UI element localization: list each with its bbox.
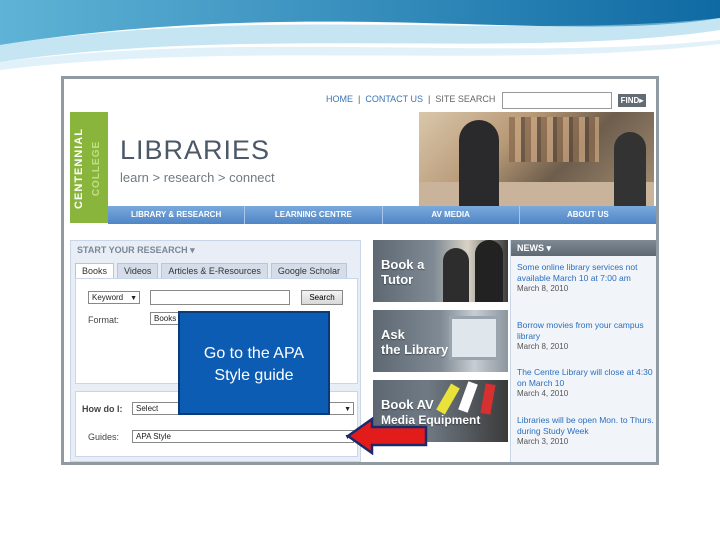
chevron-down-icon: ▼: [344, 406, 351, 413]
tile-label-line2: Tutor: [381, 272, 414, 287]
tab-google-scholar[interactable]: Google Scholar: [270, 263, 347, 279]
tab-books[interactable]: Books: [75, 263, 115, 279]
person-graphic: [475, 240, 503, 302]
news-item-text: Some online library services not availab…: [517, 262, 638, 283]
news-item-date: March 4, 2010: [517, 389, 569, 398]
libraries-title: LIBRARIES: [120, 135, 271, 165]
news-item[interactable]: Borrow movies from your campus library M…: [517, 320, 655, 353]
person-graphic: [443, 248, 469, 302]
site-search-label: SITE SEARCH: [435, 94, 496, 104]
library-homepage: HOME | CONTACT US | SITE SEARCH FIND▸ CENTEN…: [64, 79, 656, 462]
search-button[interactable]: Search: [301, 290, 343, 305]
nav-av-media[interactable]: AV MEDIA: [383, 206, 520, 224]
banner-photo: [419, 112, 654, 207]
format-label: Format:: [88, 315, 120, 325]
news-item-date: March 3, 2010: [517, 437, 569, 446]
contact-link[interactable]: CONTACT US: [365, 94, 423, 104]
tagline: learn > research > connect: [120, 170, 275, 185]
library-screenshot: HOME | CONTACT US | SITE SEARCH FIND▸ CENTEN…: [61, 76, 659, 465]
tile-book-tutor[interactable]: Book a Tutor: [373, 240, 508, 302]
news-item[interactable]: The Centre Library will close at 4:30 on…: [517, 367, 655, 400]
news-item[interactable]: Libraries will be open Mon. to Thurs. du…: [517, 415, 655, 448]
tile-ask-library[interactable]: Ask the Library: [373, 310, 508, 372]
research-tabs: Books Videos Articles & E-Resources Goog…: [75, 263, 347, 279]
centennial-logo: CENTENNIAL COLLEGE: [70, 112, 108, 223]
howdoi-label: How do I:: [82, 404, 123, 414]
cable-graphic: [436, 383, 460, 415]
nav-separator: |: [428, 94, 431, 104]
bookshelf-graphic: [509, 117, 599, 162]
search-input[interactable]: [150, 290, 290, 305]
news-item[interactable]: Some online library services not availab…: [517, 262, 655, 295]
news-panel: NEWS ▾ Some online library services not …: [510, 240, 656, 462]
news-heading[interactable]: NEWS ▾: [511, 240, 656, 256]
nav-separator: |: [358, 94, 361, 104]
guides-select[interactable]: APA Style ▼: [132, 430, 354, 443]
research-title[interactable]: START YOUR RESEARCH ▾: [77, 245, 195, 256]
chevron-down-icon: ▼: [130, 295, 137, 302]
person-graphic: [459, 120, 499, 207]
news-item-date: March 8, 2010: [517, 284, 569, 293]
cable-graphic: [480, 383, 496, 415]
tile-label-line1: Ask: [381, 327, 405, 342]
howdoi-select-value: Select: [136, 404, 159, 413]
news-item-date: March 8, 2010: [517, 342, 569, 351]
guides-label: Guides:: [88, 432, 120, 442]
tile-label-line1: Book a: [381, 257, 425, 272]
callout-line1: Go to the APA: [203, 345, 305, 362]
keyword-select-value: Keyword: [92, 293, 124, 302]
tile-label-line1: Book AV: [381, 397, 434, 412]
left-arrow-icon: [346, 417, 428, 455]
tab-videos[interactable]: Videos: [117, 263, 159, 279]
laptop-graphic: [449, 316, 499, 360]
college-word: COLLEGE: [91, 140, 102, 197]
keyword-select[interactable]: Keyword ▼: [88, 291, 140, 304]
tab-articles[interactable]: Articles & E-Resources: [161, 263, 268, 279]
college-name: CENTENNIAL: [73, 128, 85, 209]
cable-graphic: [458, 381, 478, 413]
callout-line2: Style guide: [214, 367, 294, 384]
nav-about-us[interactable]: ABOUT US: [520, 206, 656, 224]
person-graphic: [614, 132, 646, 207]
utility-nav: HOME | CONTACT US | SITE SEARCH: [326, 94, 495, 104]
nav-learning-centre[interactable]: LEARNING CENTRE: [245, 206, 383, 224]
home-link[interactable]: HOME: [326, 94, 353, 104]
find-button[interactable]: FIND▸: [618, 94, 646, 107]
main-nav: LIBRARY & RESEARCH LEARNING CENTRE AV ME…: [108, 206, 656, 224]
format-select-value: Books: [154, 314, 177, 323]
tile-label-line2: the Library: [381, 342, 449, 357]
news-item-text: Libraries will be open Mon. to Thurs. du…: [517, 415, 654, 436]
callout-text: Go to the APA Style guide: [180, 343, 328, 387]
news-item-text: Borrow movies from your campus library: [517, 320, 644, 341]
guides-select-value: APA Style: [136, 432, 171, 441]
nav-library-research[interactable]: LIBRARY & RESEARCH: [108, 206, 246, 224]
news-item-text: The Centre Library will close at 4:30 on…: [517, 367, 653, 388]
callout-box: Go to the APA Style guide: [178, 311, 330, 415]
site-search-input[interactable]: [502, 92, 612, 109]
